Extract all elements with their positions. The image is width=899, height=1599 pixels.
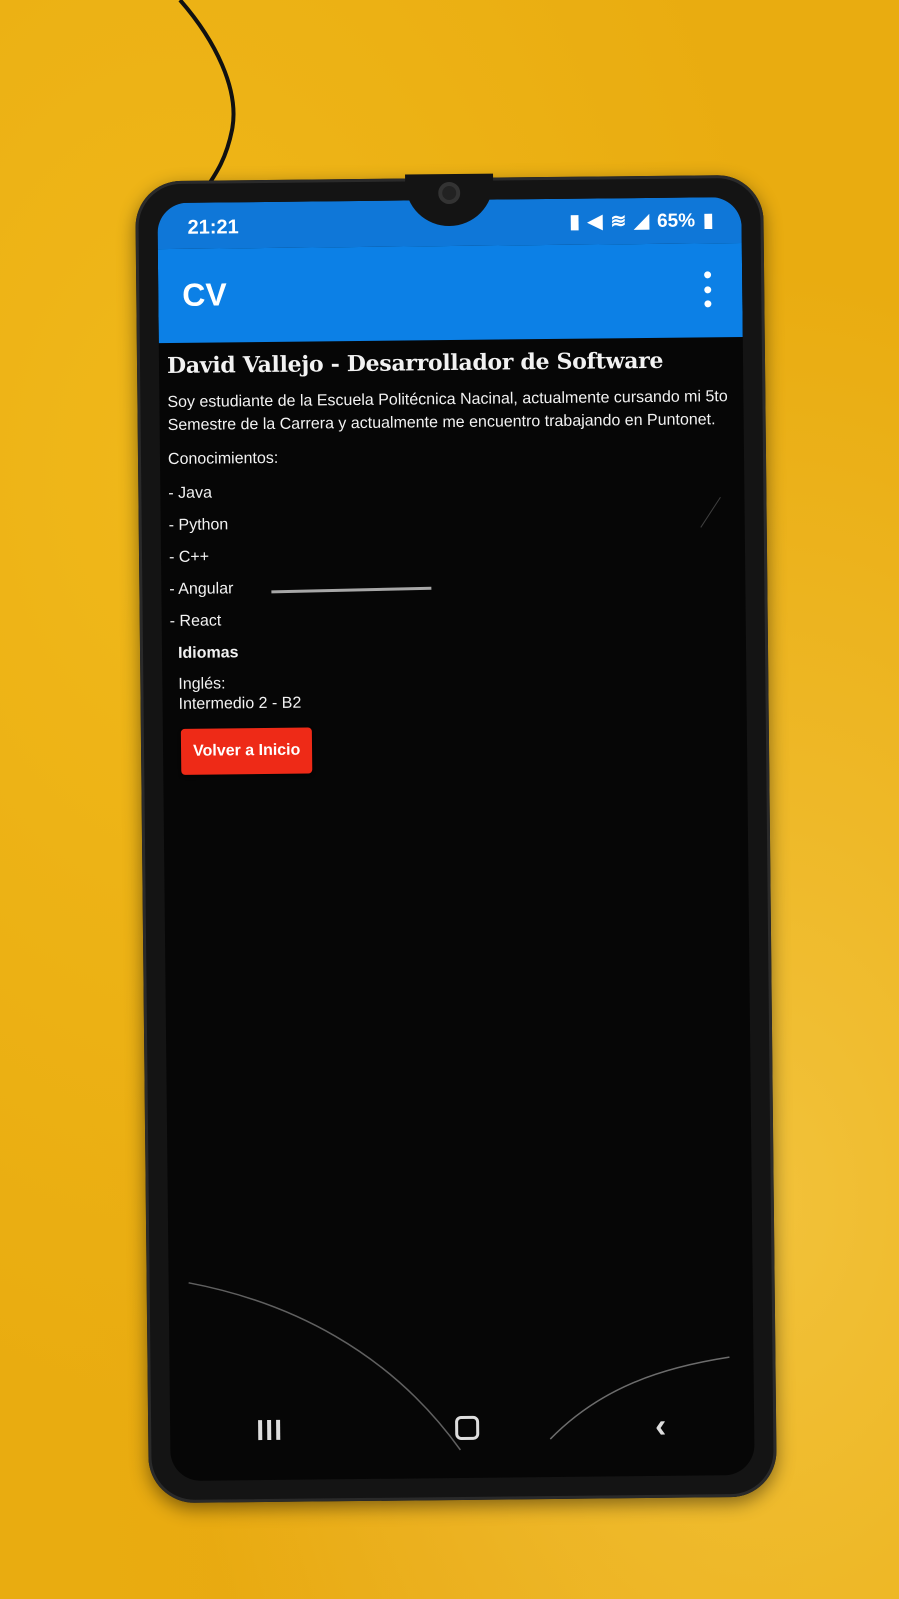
- battery-saver-icon: ▮: [569, 211, 580, 233]
- front-camera-icon: [438, 181, 461, 205]
- description: Soy estudiante de la Escuela Politécnica…: [167, 388, 728, 434]
- skill-item: - C++: [168, 548, 210, 566]
- skill-item: - Java: [168, 484, 213, 502]
- app-title: CV: [182, 276, 227, 313]
- app-bar: CV: [157, 242, 743, 344]
- languages-label: Idiomas: [177, 644, 239, 662]
- home-icon[interactable]: [455, 1415, 480, 1441]
- skills-label: Conocimientos:: [167, 449, 279, 468]
- cv-content: David Vallejo - Desarrollador de Softwar…: [167, 347, 737, 775]
- skill-item: - Python: [168, 516, 229, 534]
- wifi-icon: ≋: [610, 211, 627, 233]
- status-icons: ▮ ◀ ≋ ◢ 65% ▮: [569, 209, 713, 234]
- page-title: David Vallejo - Desarrollador de Softwar…: [166, 347, 664, 379]
- phone-frame: 21:21 ▮ ◀ ≋ ◢ 65% ▮ CV David Vallejo - D…: [135, 173, 777, 1504]
- navigation-bar: ‹: [170, 1395, 755, 1461]
- back-icon[interactable]: ‹: [655, 1407, 667, 1445]
- skill-item: - Angular: [169, 580, 234, 598]
- battery-percent: 65%: [656, 209, 696, 232]
- skill-item: - React: [169, 612, 222, 630]
- status-time: 21:21: [187, 216, 239, 239]
- back-to-home-button[interactable]: Volver a Inicio: [180, 727, 313, 775]
- signal-icon: ◢: [634, 210, 650, 233]
- overflow-menu-icon[interactable]: [702, 271, 712, 308]
- phone-screen: 21:21 ▮ ◀ ≋ ◢ 65% ▮ CV David Vallejo - D…: [157, 196, 755, 1482]
- mute-icon: ◀: [587, 211, 603, 233]
- recents-icon[interactable]: [257, 1419, 281, 1441]
- battery-icon: ▮: [702, 210, 714, 232]
- charging-cable: [178, 0, 236, 192]
